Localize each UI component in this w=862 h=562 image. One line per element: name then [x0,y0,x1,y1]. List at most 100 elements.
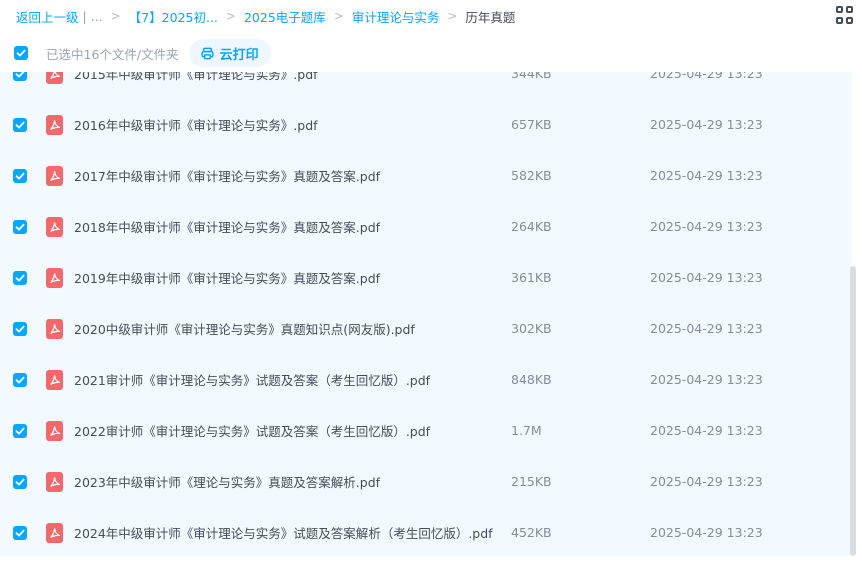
file-name[interactable]: 2023年中级审计师《理论与实务》真题及答案解析.pdf [74,472,511,491]
chevron-right-icon: > [447,9,458,23]
check-icon [15,274,25,281]
file-name[interactable]: 2018年中级审计师《审计理论与实务》真题及答案.pdf [74,217,511,236]
grid-cell [846,6,853,13]
file-name[interactable]: 2024年中级审计师《审计理论与实务》试题及答案解析（考生回忆版）.pdf [74,523,511,542]
file-row[interactable]: 2017年中级审计师《审计理论与实务》真题及答案.pdf 582KB 2025-04… [0,150,852,201]
file-date: 2025-04-29 13:23 [650,168,763,183]
pdf-glyph-icon [49,476,60,487]
file-size: 344KB [511,72,552,81]
file-browser: 返回上一级 | ... > 【7】2025初... > 2025电子题库 > 审… [0,0,862,562]
selected-count-text: 已选中16个文件/文件夹 [46,46,179,62]
pdf-glyph-icon [49,119,60,130]
file-size: 848KB [511,372,552,387]
check-icon [15,325,25,332]
file-size: 361KB [511,270,552,285]
breadcrumb-item[interactable]: 2025电子题库 [244,7,326,26]
file-size: 582KB [511,168,552,183]
pdf-file-icon [46,216,63,237]
breadcrumb-item[interactable]: 审计理论与实务 [352,7,440,26]
file-checkbox[interactable] [13,117,27,132]
file-checkbox[interactable] [13,72,27,81]
file-size: 215KB [511,474,552,489]
file-rows: 2015年中级审计师《审计理论与实务》.pdf 344KB 2025-04-29 1… [0,72,852,556]
cloud-print-button[interactable]: 云打印 [188,39,271,67]
check-icon [15,172,25,179]
file-row[interactable]: 2015年中级审计师《审计理论与实务》.pdf 344KB 2025-04-29 1… [0,72,852,99]
breadcrumb-item[interactable]: 【7】2025初... [129,7,218,26]
file-name[interactable]: 2020中级审计师《审计理论与实务》真题知识点(网友版).pdf [74,319,511,338]
printer-icon [200,47,214,59]
pdf-glyph-icon [49,323,60,334]
pdf-glyph-icon [49,72,60,79]
pdf-file-icon [46,522,63,543]
file-date: 2025-04-29 13:23 [650,72,763,81]
grid-view-icon[interactable] [836,6,854,24]
file-name[interactable]: 2016年中级审计师《审计理论与实务》.pdf [74,115,511,134]
check-icon [15,427,25,434]
cloud-print-label: 云打印 [219,47,259,63]
file-row[interactable]: 2016年中级审计师《审计理论与实务》.pdf 657KB 2025-04-29 1… [0,99,852,150]
scrollbar-thumb[interactable] [850,266,856,556]
file-row[interactable]: 2024年中级审计师《审计理论与实务》试题及答案解析（考生回忆版）.pdf 452… [0,507,852,556]
breadcrumb-divider: | [82,8,87,24]
file-size: 302KB [511,321,552,336]
pdf-file-icon [46,267,63,288]
file-size: 452KB [511,525,552,540]
file-row[interactable]: 2019年中级审计师《审计理论与实务》真题及答案.pdf 361KB 2025-04… [0,252,852,303]
select-all-checkbox[interactable] [14,46,28,60]
file-row[interactable]: 2023年中级审计师《理论与实务》真题及答案解析.pdf 215KB 2025-04… [0,456,852,507]
file-date: 2025-04-29 13:23 [650,474,763,489]
file-checkbox[interactable] [13,474,27,489]
chevron-right-icon: > [110,9,121,23]
file-row[interactable]: 2022审计师《审计理论与实务》试题及答案（考生回忆版）.pdf 1.7M 2025… [0,405,852,456]
file-size: 657KB [511,117,552,132]
pdf-glyph-icon [49,425,60,436]
pdf-file-icon [46,72,63,84]
pdf-file-icon [46,471,63,492]
pdf-file-icon [46,114,63,135]
pdf-glyph-icon [49,170,60,181]
file-checkbox[interactable] [13,372,27,387]
file-checkbox[interactable] [13,168,27,183]
pdf-file-icon [46,318,63,339]
file-date: 2025-04-29 13:23 [650,270,763,285]
file-checkbox[interactable] [13,423,27,438]
file-checkbox[interactable] [13,525,27,540]
breadcrumb-ellipsis[interactable]: ... [91,9,103,24]
file-date: 2025-04-29 13:23 [650,372,763,387]
pdf-file-icon [46,369,63,390]
check-icon [15,376,25,383]
pdf-file-icon [46,420,63,441]
file-date: 2025-04-29 13:23 [650,525,763,540]
file-name[interactable]: 2019年中级审计师《审计理论与实务》真题及答案.pdf [74,268,511,287]
file-name[interactable]: 2017年中级审计师《审计理论与实务》真题及答案.pdf [74,166,511,185]
file-name[interactable]: 2021审计师《审计理论与实务》试题及答案（考生回忆版）.pdf [74,370,511,389]
check-icon [15,223,25,230]
chevron-right-icon: > [225,9,236,23]
file-list[interactable]: 2015年中级审计师《审计理论与实务》.pdf 344KB 2025-04-29 1… [0,72,852,556]
file-name[interactable]: 2015年中级审计师《审计理论与实务》.pdf [74,72,511,83]
file-checkbox[interactable] [13,219,27,234]
check-icon [15,121,25,128]
file-row[interactable]: 2018年中级审计师《审计理论与实务》真题及答案.pdf 264KB 2025-04… [0,201,852,252]
file-date: 2025-04-29 13:23 [650,423,763,438]
pdf-file-icon [46,165,63,186]
file-size: 264KB [511,219,552,234]
pdf-glyph-icon [49,272,60,283]
pdf-glyph-icon [49,221,60,232]
file-checkbox[interactable] [13,270,27,285]
check-icon [15,478,25,485]
file-date: 2025-04-29 13:23 [650,321,763,336]
file-row[interactable]: 2020中级审计师《审计理论与实务》真题知识点(网友版).pdf 302KB 202… [0,303,852,354]
file-row[interactable]: 2021审计师《审计理论与实务》试题及答案（考生回忆版）.pdf 848KB 202… [0,354,852,405]
file-checkbox[interactable] [13,321,27,336]
chevron-right-icon: > [333,9,344,23]
pdf-glyph-icon [49,374,60,385]
grid-cell [836,16,843,24]
back-link[interactable]: 返回上一级 [16,7,79,26]
breadcrumb: 返回上一级 | ... > 【7】2025初... > 2025电子题库 > 审… [0,0,862,32]
breadcrumb-current: 历年真题 [465,9,516,25]
check-icon [16,49,26,57]
grid-cell [836,6,843,13]
file-name[interactable]: 2022审计师《审计理论与实务》试题及答案（考生回忆版）.pdf [74,421,511,440]
